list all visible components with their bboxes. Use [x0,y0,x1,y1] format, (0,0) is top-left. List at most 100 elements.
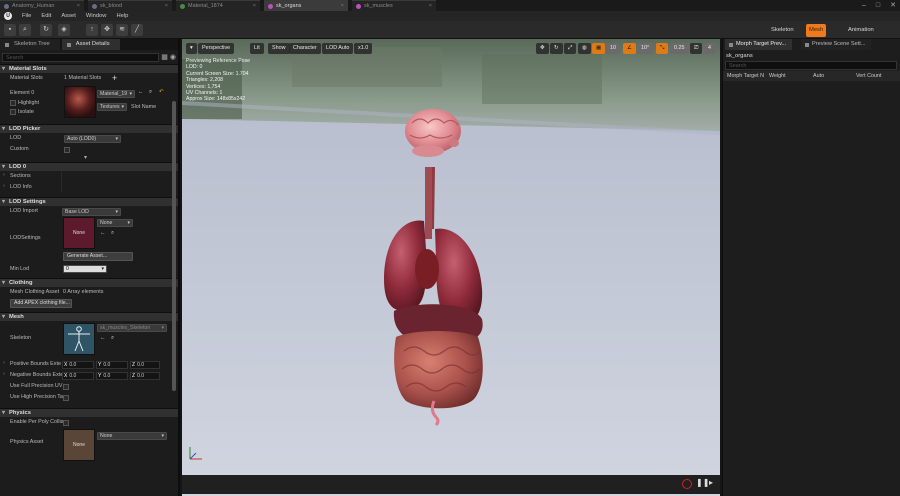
close-icon[interactable]: × [341,1,344,11]
grid-snap-value[interactable]: 10 [606,43,620,54]
rotation-snap-value[interactable]: 10° [637,43,653,54]
custom-checkbox[interactable] [64,147,70,153]
browse-asset-icon[interactable]: ⌕ [111,335,114,342]
grid-snap-icon[interactable]: ▦ [592,43,605,54]
minimize-icon[interactable]: – [862,0,866,11]
perspective-button[interactable]: Perspective [198,43,234,54]
viewport-options-button[interactable]: ▾ [186,43,197,54]
negative-bounds-z[interactable]: Z0.0 [130,372,160,380]
close-icon[interactable]: × [253,1,256,11]
camera-speed-icon[interactable]: ⎚ [690,43,702,54]
category-lod-settings[interactable]: LOD Settings [0,197,178,206]
menu-help[interactable]: Help [116,13,128,19]
preview-viewport[interactable]: ▾ Perspective Lit Show Character LOD Aut… [182,39,720,496]
negative-bounds-x[interactable]: X0.0 [62,372,94,380]
doc-tab-muscles[interactable]: sk_muscles× [352,0,436,11]
mode-animation-button[interactable]: Animation [845,24,877,37]
menu-asset[interactable]: Asset [61,13,76,19]
negative-bounds-y[interactable]: Y0.0 [96,372,128,380]
world-space-icon[interactable]: ◍ [578,43,591,54]
browse-asset-icon[interactable]: ⌕ [149,89,152,96]
generate-asset-button[interactable]: Generate Asset... [63,252,133,261]
menu-window[interactable]: Window [86,13,107,19]
playback-speed-button[interactable]: x1.0 [354,43,372,54]
rotation-snap-icon[interactable]: ∠ [623,43,636,54]
use-selected-icon[interactable]: ← [100,335,105,341]
physics-asset-thumbnail[interactable]: None [63,429,95,461]
loop-icon[interactable]: ▸ [709,478,713,487]
layers-icon[interactable]: ≋ [116,24,128,36]
row-lod-info[interactable]: › LOD Info [0,182,178,193]
browse-asset-icon[interactable]: ⌕ [111,230,114,237]
highlight-checkbox[interactable] [10,100,16,106]
grid-view-icon[interactable]: ▦ [161,53,168,61]
reference-pose-icon[interactable]: ↑ [86,24,98,36]
skeleton-combo[interactable]: sk_muscles_Skeleton [97,324,167,332]
category-clothing[interactable]: Clothing [0,278,178,287]
material-combo[interactable]: Material_19 [97,90,135,98]
lod-auto-button[interactable]: LOD Auto [322,43,353,54]
mode-skeleton-button[interactable]: Skeleton [768,24,797,37]
doc-tab-anatomy[interactable]: Anatomy_Human× [0,0,84,11]
mode-mesh-button[interactable]: Mesh [806,24,826,37]
menu-edit[interactable]: Edit [41,13,51,19]
record-icon[interactable] [682,479,692,489]
isolate-checkbox[interactable] [10,109,16,115]
doc-tab-organs[interactable]: sk_organs× [264,0,348,11]
positive-bounds-z[interactable]: Z0.0 [130,361,160,369]
lod-import-combo[interactable]: Base LOD [62,208,121,216]
high-precision-checkbox[interactable] [63,395,69,401]
close-icon[interactable]: × [165,1,168,11]
use-selected-icon[interactable]: ← [100,230,105,236]
category-physics[interactable]: Physics [0,408,178,417]
lod-settings-thumbnail[interactable]: None [63,217,95,249]
move-tool-icon[interactable]: ✥ [536,43,549,54]
add-slot-icon[interactable]: + [112,73,117,83]
scale-snap-value[interactable]: 0.25 [670,43,689,54]
tab-preview-scene-settings[interactable]: Preview Scene Sett... [801,39,871,50]
camera-speed-value[interactable]: 4 [704,43,715,54]
skeleton-thumbnail[interactable] [63,323,95,355]
close-icon[interactable]: × [429,1,432,11]
use-selected-icon[interactable]: ← [138,89,143,95]
category-material-slots[interactable]: Material Slots [0,64,178,73]
category-lod0[interactable]: LOD 0 [0,162,178,171]
reimport-icon[interactable]: ↻ [40,24,52,36]
doc-tab-blood[interactable]: sk_blood× [88,0,172,11]
row-sections[interactable]: › Sections [0,171,178,182]
character-button[interactable]: Character [289,43,321,54]
rotate-tool-icon[interactable]: ↻ [550,43,563,54]
maximize-icon[interactable]: □ [876,0,880,11]
category-lod-picker[interactable]: LOD Picker [0,124,178,133]
tab-asset-details[interactable]: Asset Details [62,39,120,50]
scale-snap-icon[interactable]: ⤡ [656,43,668,54]
category-mesh[interactable]: Mesh [0,312,178,321]
reset-icon[interactable]: ↶ [159,89,164,95]
material-thumbnail[interactable] [64,86,96,118]
doc-tab-material[interactable]: Material_1874× [176,0,260,11]
physics-asset-combo[interactable]: None [97,432,167,440]
section-icon[interactable]: ◈ [58,24,70,36]
col-morph-target-name[interactable]: Morph Target N [727,73,764,79]
lit-button[interactable]: Lit [250,43,264,54]
menu-file[interactable]: File [22,13,31,19]
positive-bounds-y[interactable]: Y0.0 [96,361,128,369]
full-precision-checkbox[interactable] [63,384,69,390]
lod-combo[interactable]: Auto (LOD0) [64,135,121,143]
close-window-icon[interactable]: ✕ [890,0,896,11]
scale-tool-icon[interactable]: ⤢ [564,43,576,54]
save-icon[interactable]: ▪ [4,24,16,36]
tab-morph-target-preview[interactable]: Morph Target Prev... [725,39,792,50]
min-lod-input[interactable]: 0 [63,265,107,273]
per-poly-checkbox[interactable] [63,420,69,426]
details-scrollbar[interactable] [172,101,176,391]
col-weight[interactable]: Weight [769,73,786,79]
expand-arrow-icon[interactable]: ▾ [84,154,87,161]
details-search-input[interactable]: Search [2,53,159,62]
col-vert-count[interactable]: Vert Count [856,73,881,79]
textures-combo[interactable]: Textures [97,103,127,111]
transform-icon[interactable]: ✥ [101,24,113,36]
pause-icon[interactable]: ❚❚ [696,478,709,487]
lod-settings-combo[interactable]: None [97,219,133,227]
positive-bounds-x[interactable]: X0.0 [62,361,94,369]
